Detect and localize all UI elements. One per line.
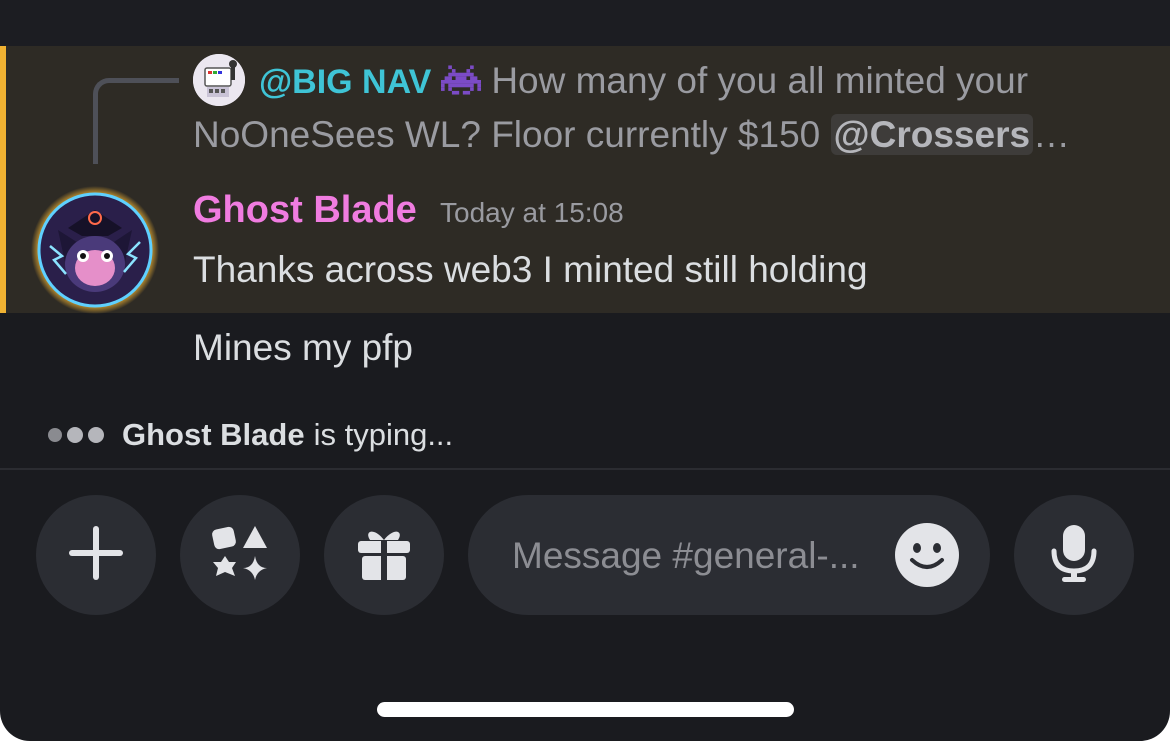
ghost-blade-avatar[interactable] [28,186,162,314]
emoji-icon [894,523,960,592]
message-author[interactable]: Ghost Blade [193,186,417,234]
reply-preview-line1[interactable]: @BIG NAV How many of you all minted your [259,56,1028,106]
typing-indicator: Ghost Blade is typing... [48,413,453,457]
plus-icon [65,522,127,589]
typing-dots-icon [48,427,104,443]
screen-corner-right [1140,711,1170,741]
home-indicator[interactable] [377,702,794,717]
reply-text-line1: How many of you all minted your [491,60,1029,101]
mention-chip[interactable]: @Crossers [830,114,1034,155]
reply-avatar[interactable] [193,54,245,106]
top-area [0,0,1170,46]
apps-icon [209,522,271,589]
emoji-button[interactable] [894,522,960,588]
message-input[interactable] [510,530,884,582]
reply-author[interactable]: @BIG NAV [259,63,431,101]
microphone-icon [1046,523,1102,588]
reply-preview-line2[interactable]: NoOneSees WL? Floor currently $150 @Cros… [193,110,1070,160]
voice-message-button[interactable] [1014,495,1134,615]
reply-connector-line [93,78,179,164]
message-text: Thanks across web3 I minted still holdin… [193,249,868,290]
reply-text-line2: NoOneSees WL? Floor currently $150 [193,114,821,155]
reply-ellipsis: … [1033,114,1071,155]
typing-user-name: Ghost Blade [122,417,305,452]
composer-divider [0,468,1170,470]
gift-icon [354,523,414,588]
add-attachment-button[interactable] [36,495,156,615]
typing-status-text: is typing... [313,417,454,452]
apps-button[interactable] [180,495,300,615]
message-composer[interactable] [468,495,990,615]
followup-message-text: Mines my pfp [193,327,414,368]
space-invader-icon [441,58,482,108]
screen-corner-left [0,711,30,741]
message-timestamp: Today at 15:08 [440,197,624,228]
gift-button[interactable] [324,495,444,615]
mention-highlight-bar [0,46,6,313]
